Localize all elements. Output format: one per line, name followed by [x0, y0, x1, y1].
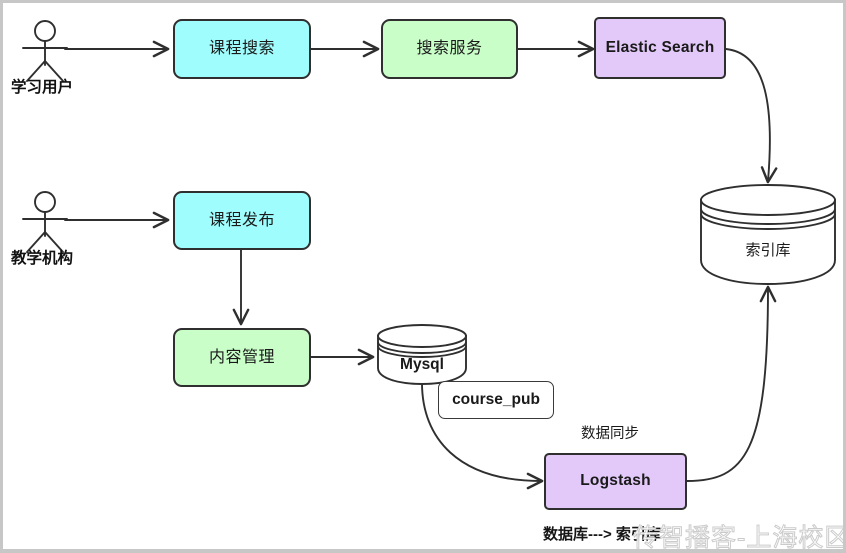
index-store-cylinder-icon: [700, 184, 836, 285]
watermark-text: 传智播客-上海校区: [632, 524, 846, 552]
diagram-edges: [22, 20, 836, 490]
edge-elastic-search-to-index-store: [725, 48, 778, 184]
mysql-cylinder-icon: [377, 324, 467, 385]
edge-label-data-sync: 数据同步: [581, 426, 639, 442]
diagram-canvas: 学习用户 教学机构 课程搜索 搜索服务 Elastic Search 课程发布 …: [0, 0, 846, 553]
node-elastic-search[interactable]: Elastic Search: [594, 17, 726, 79]
actor-head-icon: [34, 20, 56, 42]
actor-org-figure: [22, 191, 68, 253]
node-search-service[interactable]: 搜索服务: [381, 19, 518, 79]
actor-learner-figure: [22, 20, 68, 82]
datastore-label-index-store: 索引库: [745, 242, 791, 259]
node-course-search[interactable]: 课程搜索: [173, 19, 311, 79]
datastore-label-mysql: Mysql: [400, 356, 444, 373]
actor-label-learner: 学习用户: [11, 79, 74, 96]
node-content-manage[interactable]: 内容管理: [173, 328, 311, 387]
node-course-pub-table[interactable]: course_pub: [438, 381, 554, 419]
node-logstash[interactable]: Logstash: [544, 453, 687, 510]
edge-logstash-to-index-store: [686, 285, 777, 482]
node-course-publish[interactable]: 课程发布: [173, 191, 311, 250]
actor-label-org: 教学机构: [11, 250, 74, 267]
actor-head-icon: [34, 191, 56, 213]
